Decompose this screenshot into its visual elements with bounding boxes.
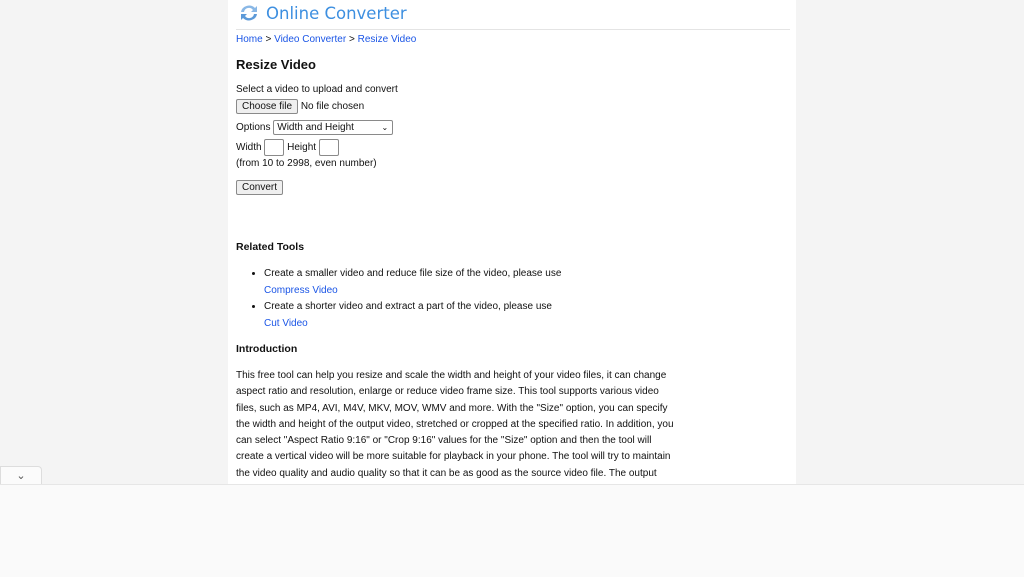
refresh-logo-icon [241, 5, 257, 21]
page-content: Online Converter Home > Video Converter … [228, 0, 796, 484]
related-tools-title: Related Tools [236, 241, 305, 253]
height-input[interactable] [318, 139, 339, 156]
collapse-panel-button[interactable]: ⌄ [0, 466, 42, 485]
item-text: Create a shorter video and extract a par… [264, 301, 552, 312]
width-input[interactable] [264, 139, 285, 156]
compress-video-link[interactable]: Compress Video [264, 285, 338, 296]
bottom-panel [0, 484, 1024, 577]
breadcrumb: Home > Video Converter > Resize Video [236, 34, 416, 45]
item-text: Create a smaller video and reduce file s… [264, 268, 562, 279]
list-item: Create a shorter video and extract a par… [264, 299, 664, 332]
logo-text: Online Converter [266, 3, 407, 23]
breadcrumb-home[interactable]: Home [236, 34, 263, 45]
breadcrumb-sep: > [262, 34, 275, 45]
file-status: No file chosen [300, 101, 365, 112]
cut-video-link[interactable]: Cut Video [264, 318, 308, 329]
breadcrumb-resize-video[interactable]: Resize Video [358, 34, 417, 45]
options-value: Width and Height [277, 122, 354, 133]
height-label: Height [287, 142, 317, 154]
list-item: Create a smaller video and reduce file s… [264, 266, 664, 299]
logo[interactable]: Online Converter [238, 3, 407, 23]
introduction-text: This free tool can help you resize and s… [236, 370, 674, 479]
options-select[interactable]: Width and Height ⌄ [273, 120, 394, 135]
convert-button[interactable]: Convert [236, 180, 284, 195]
page-title: Resize Video [236, 57, 316, 72]
choose-file-button[interactable]: Choose file [236, 99, 299, 114]
divider [236, 29, 790, 30]
breadcrumb-sep: > [346, 34, 358, 45]
width-label: Width [236, 142, 262, 154]
breadcrumb-video-converter[interactable]: Video Converter [274, 34, 346, 45]
select-label: Select a video to upload and convert [236, 84, 398, 95]
chevron-down-icon: ⌄ [16, 470, 26, 482]
range-hint: (from 10 to 2998, even number) [236, 158, 377, 169]
introduction-title: Introduction [236, 343, 298, 355]
options-label: Options [236, 122, 271, 134]
related-tools-list: Create a smaller video and reduce file s… [236, 266, 664, 332]
chevron-down-icon: ⌄ [381, 123, 389, 132]
